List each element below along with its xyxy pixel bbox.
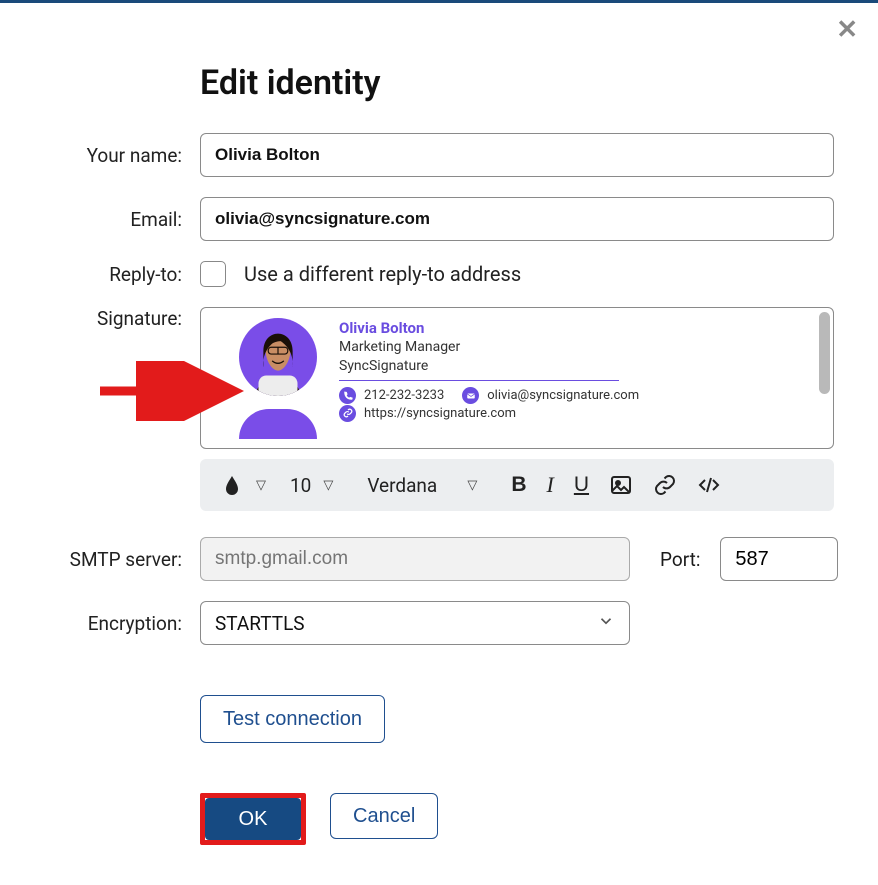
signature-company: SyncSignature xyxy=(339,357,639,376)
signature-divider xyxy=(339,380,619,381)
underline-button[interactable]: U xyxy=(568,469,595,501)
bold-button[interactable]: B xyxy=(505,469,532,501)
encryption-value: STARTTLS xyxy=(215,612,305,635)
smtp-server-input[interactable] xyxy=(200,537,630,581)
dialog-title: Edit identity xyxy=(200,63,834,103)
italic-button[interactable]: I xyxy=(541,468,560,502)
chevron-down-icon[interactable]: ▽ xyxy=(467,478,477,493)
signature-phone: 212-232-3233 xyxy=(364,387,444,405)
phone-icon xyxy=(339,387,356,404)
your-name-input[interactable] xyxy=(200,133,834,177)
chevron-down-icon[interactable]: ▽ xyxy=(256,478,266,493)
signature-editor[interactable]: Olivia Bolton Marketing Manager SyncSign… xyxy=(200,307,834,449)
email-input[interactable] xyxy=(200,197,834,241)
font-family-value[interactable]: Verdana xyxy=(361,474,461,497)
email-icon xyxy=(462,387,479,404)
font-size-value[interactable]: 10 xyxy=(284,474,317,497)
label-port: Port: xyxy=(660,548,700,571)
label-encryption: Encryption: xyxy=(44,612,200,635)
port-input[interactable] xyxy=(720,537,838,581)
label-email: Email: xyxy=(44,208,200,231)
test-connection-button[interactable]: Test connection xyxy=(200,695,385,743)
chevron-down-icon xyxy=(597,612,615,635)
label-smtp: SMTP server: xyxy=(44,548,200,571)
reply-to-checkbox-label: Use a different reply-to address xyxy=(244,262,521,286)
signature-job-title: Marketing Manager xyxy=(339,338,639,357)
image-button[interactable] xyxy=(603,469,639,501)
code-button[interactable] xyxy=(691,469,727,501)
ok-button[interactable]: OK xyxy=(205,798,301,840)
scrollbar-thumb[interactable] xyxy=(819,312,830,394)
signature-name: Olivia Bolton xyxy=(339,318,639,338)
signature-website: https://syncsignature.com xyxy=(364,405,516,423)
editor-toolbar: ▽ 10 ▽ Verdana ▽ B I U xyxy=(200,459,834,511)
ok-button-highlight: OK xyxy=(200,793,306,845)
reply-to-checkbox[interactable] xyxy=(200,261,226,287)
signature-email: olivia@syncsignature.com xyxy=(487,387,639,405)
link-icon xyxy=(339,405,356,422)
label-reply-to: Reply-to: xyxy=(44,263,200,286)
chevron-down-icon[interactable]: ▽ xyxy=(323,478,333,493)
dialog: Edit identity Your name: Email: Reply-to… xyxy=(0,3,878,885)
avatar xyxy=(239,318,317,396)
avatar-secondary xyxy=(239,409,317,439)
label-your-name: Your name: xyxy=(44,144,200,167)
label-signature: Signature: xyxy=(44,307,200,330)
text-color-button[interactable] xyxy=(214,469,250,501)
cancel-button[interactable]: Cancel xyxy=(330,793,438,839)
link-button[interactable] xyxy=(647,469,683,501)
encryption-select[interactable]: STARTTLS xyxy=(200,601,630,645)
close-icon[interactable]: ✕ xyxy=(836,17,858,43)
